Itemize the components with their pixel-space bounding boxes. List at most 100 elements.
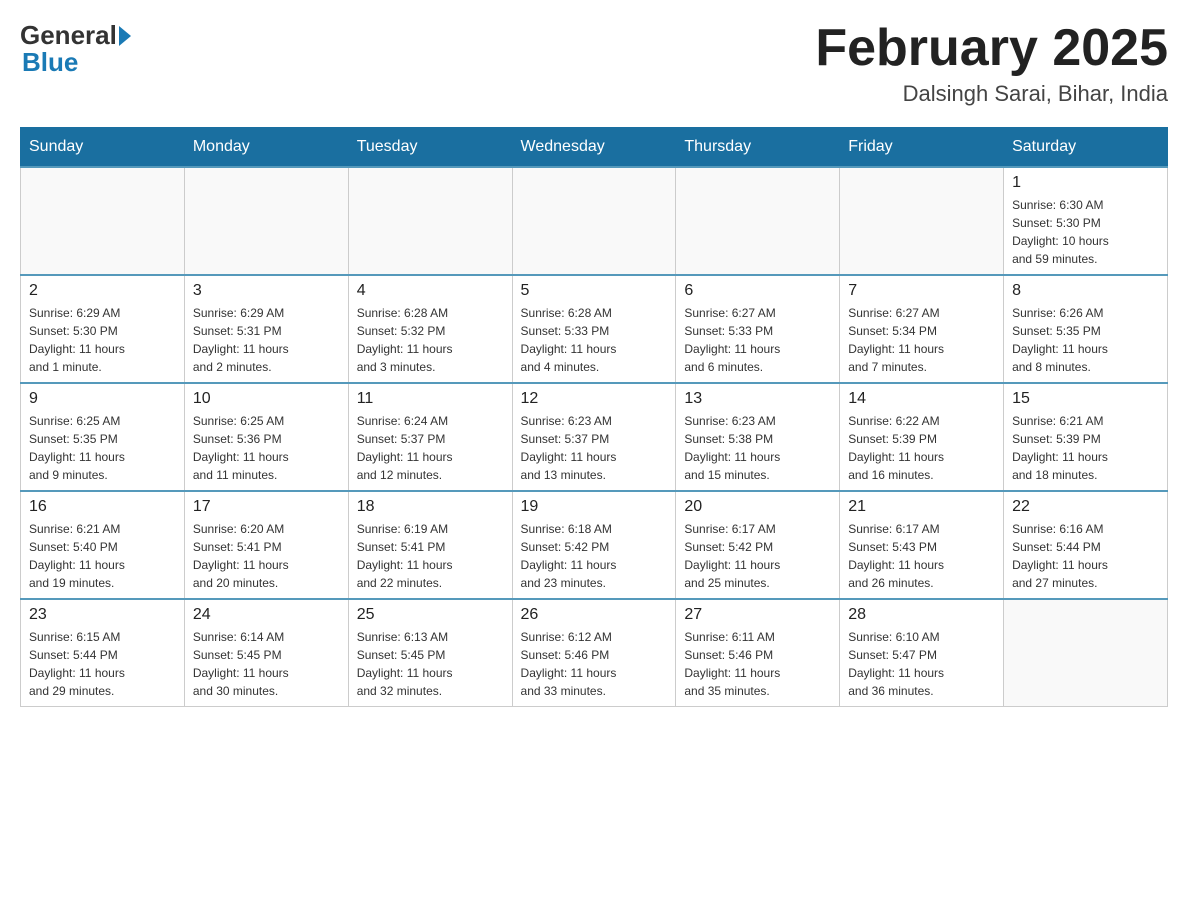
location-title: Dalsingh Sarai, Bihar, India <box>815 81 1168 107</box>
logo-blue-text: Blue <box>20 47 78 78</box>
day-info: Sunrise: 6:14 AM Sunset: 5:45 PM Dayligh… <box>193 628 340 700</box>
day-number: 28 <box>848 606 995 624</box>
day-number: 12 <box>521 390 668 408</box>
day-cell <box>676 167 840 275</box>
day-cell: 16 Sunrise: 6:21 AM Sunset: 5:40 PM Dayli… <box>21 491 185 599</box>
day-cell <box>21 167 185 275</box>
header-monday: Monday <box>184 128 348 168</box>
day-number: 2 <box>29 282 176 300</box>
day-cell: 19 Sunrise: 6:18 AM Sunset: 5:42 PM Dayli… <box>512 491 676 599</box>
day-cell <box>1004 599 1168 707</box>
day-info: Sunrise: 6:18 AM Sunset: 5:42 PM Dayligh… <box>521 520 668 592</box>
day-info: Sunrise: 6:17 AM Sunset: 5:43 PM Dayligh… <box>848 520 995 592</box>
day-info: Sunrise: 6:27 AM Sunset: 5:34 PM Dayligh… <box>848 304 995 376</box>
day-cell: 9 Sunrise: 6:25 AM Sunset: 5:35 PM Daylig… <box>21 383 185 491</box>
day-info: Sunrise: 6:13 AM Sunset: 5:45 PM Dayligh… <box>357 628 504 700</box>
day-info: Sunrise: 6:23 AM Sunset: 5:38 PM Dayligh… <box>684 412 831 484</box>
week-row-1: 1 Sunrise: 6:30 AM Sunset: 5:30 PM Daylig… <box>21 167 1168 275</box>
logo-arrow-icon <box>119 26 131 46</box>
day-info: Sunrise: 6:27 AM Sunset: 5:33 PM Dayligh… <box>684 304 831 376</box>
day-cell: 14Sunrise: 6:22 AM Sunset: 5:39 PM Dayli… <box>840 383 1004 491</box>
day-number: 1 <box>1012 174 1159 192</box>
day-info: Sunrise: 6:25 AM Sunset: 5:35 PM Dayligh… <box>29 412 176 484</box>
day-cell: 15 Sunrise: 6:21 AM Sunset: 5:39 PM Dayli… <box>1004 383 1168 491</box>
weekday-header-row: Sunday Monday Tuesday Wednesday Thursday… <box>21 128 1168 168</box>
day-number: 11 <box>357 390 504 408</box>
day-info: Sunrise: 6:28 AM Sunset: 5:32 PM Dayligh… <box>357 304 504 376</box>
day-info: Sunrise: 6:21 AM Sunset: 5:39 PM Dayligh… <box>1012 412 1159 484</box>
day-info: Sunrise: 6:29 AM Sunset: 5:31 PM Dayligh… <box>193 304 340 376</box>
day-number: 26 <box>521 606 668 624</box>
day-cell <box>348 167 512 275</box>
day-cell: 17 Sunrise: 6:20 AM Sunset: 5:41 PM Dayli… <box>184 491 348 599</box>
day-number: 22 <box>1012 498 1159 516</box>
day-cell: 3 Sunrise: 6:29 AM Sunset: 5:31 PM Daylig… <box>184 275 348 383</box>
day-info: Sunrise: 6:21 AM Sunset: 5:40 PM Dayligh… <box>29 520 176 592</box>
day-number: 17 <box>193 498 340 516</box>
day-number: 4 <box>357 282 504 300</box>
day-cell: 28Sunrise: 6:10 AM Sunset: 5:47 PM Dayli… <box>840 599 1004 707</box>
day-number: 18 <box>357 498 504 516</box>
day-cell: 6 Sunrise: 6:27 AM Sunset: 5:33 PM Daylig… <box>676 275 840 383</box>
day-number: 15 <box>1012 390 1159 408</box>
calendar-table: Sunday Monday Tuesday Wednesday Thursday… <box>20 127 1168 707</box>
day-number: 3 <box>193 282 340 300</box>
day-info: Sunrise: 6:11 AM Sunset: 5:46 PM Dayligh… <box>684 628 831 700</box>
day-cell: 18 Sunrise: 6:19 AM Sunset: 5:41 PM Dayli… <box>348 491 512 599</box>
day-cell: 11 Sunrise: 6:24 AM Sunset: 5:37 PM Dayli… <box>348 383 512 491</box>
day-number: 6 <box>684 282 831 300</box>
header-friday: Friday <box>840 128 1004 168</box>
day-info: Sunrise: 6:24 AM Sunset: 5:37 PM Dayligh… <box>357 412 504 484</box>
day-cell: 13Sunrise: 6:23 AM Sunset: 5:38 PM Dayli… <box>676 383 840 491</box>
week-row-4: 16 Sunrise: 6:21 AM Sunset: 5:40 PM Dayli… <box>21 491 1168 599</box>
day-number: 20 <box>684 498 831 516</box>
day-info: Sunrise: 6:30 AM Sunset: 5:30 PM Dayligh… <box>1012 196 1159 268</box>
day-number: 25 <box>357 606 504 624</box>
day-cell: 21 Sunrise: 6:17 AM Sunset: 5:43 PM Dayli… <box>840 491 1004 599</box>
day-number: 9 <box>29 390 176 408</box>
day-info: Sunrise: 6:25 AM Sunset: 5:36 PM Dayligh… <box>193 412 340 484</box>
day-info: Sunrise: 6:16 AM Sunset: 5:44 PM Dayligh… <box>1012 520 1159 592</box>
day-cell: 22 Sunrise: 6:16 AM Sunset: 5:44 PM Dayli… <box>1004 491 1168 599</box>
day-cell <box>512 167 676 275</box>
day-info: Sunrise: 6:12 AM Sunset: 5:46 PM Dayligh… <box>521 628 668 700</box>
day-cell: 7 Sunrise: 6:27 AM Sunset: 5:34 PM Daylig… <box>840 275 1004 383</box>
header-saturday: Saturday <box>1004 128 1168 168</box>
day-info: Sunrise: 6:20 AM Sunset: 5:41 PM Dayligh… <box>193 520 340 592</box>
day-cell <box>840 167 1004 275</box>
day-cell: 24 Sunrise: 6:14 AM Sunset: 5:45 PM Dayli… <box>184 599 348 707</box>
day-cell: 23Sunrise: 6:15 AM Sunset: 5:44 PM Dayli… <box>21 599 185 707</box>
day-cell: 25 Sunrise: 6:13 AM Sunset: 5:45 PM Dayli… <box>348 599 512 707</box>
day-info: Sunrise: 6:28 AM Sunset: 5:33 PM Dayligh… <box>521 304 668 376</box>
day-number: 21 <box>848 498 995 516</box>
day-cell: 2 Sunrise: 6:29 AM Sunset: 5:30 PM Daylig… <box>21 275 185 383</box>
day-cell: 26 Sunrise: 6:12 AM Sunset: 5:46 PM Dayli… <box>512 599 676 707</box>
day-number: 14 <box>848 390 995 408</box>
day-number: 19 <box>521 498 668 516</box>
day-number: 5 <box>521 282 668 300</box>
title-section: February 2025 Dalsingh Sarai, Bihar, Ind… <box>815 20 1168 107</box>
day-number: 8 <box>1012 282 1159 300</box>
day-info: Sunrise: 6:23 AM Sunset: 5:37 PM Dayligh… <box>521 412 668 484</box>
day-number: 27 <box>684 606 831 624</box>
day-cell: 10 Sunrise: 6:25 AM Sunset: 5:36 PM Dayli… <box>184 383 348 491</box>
day-cell: 4 Sunrise: 6:28 AM Sunset: 5:32 PM Daylig… <box>348 275 512 383</box>
day-cell: 27 Sunrise: 6:11 AM Sunset: 5:46 PM Dayli… <box>676 599 840 707</box>
day-cell: 20 Sunrise: 6:17 AM Sunset: 5:42 PM Dayli… <box>676 491 840 599</box>
day-info: Sunrise: 6:17 AM Sunset: 5:42 PM Dayligh… <box>684 520 831 592</box>
header-wednesday: Wednesday <box>512 128 676 168</box>
day-number: 7 <box>848 282 995 300</box>
day-number: 16 <box>29 498 176 516</box>
day-number: 24 <box>193 606 340 624</box>
header-thursday: Thursday <box>676 128 840 168</box>
day-cell <box>184 167 348 275</box>
day-info: Sunrise: 6:29 AM Sunset: 5:30 PM Dayligh… <box>29 304 176 376</box>
day-cell: 8Sunrise: 6:26 AM Sunset: 5:35 PM Daylig… <box>1004 275 1168 383</box>
month-title: February 2025 <box>815 20 1168 77</box>
header-sunday: Sunday <box>21 128 185 168</box>
day-cell: 1 Sunrise: 6:30 AM Sunset: 5:30 PM Daylig… <box>1004 167 1168 275</box>
day-info: Sunrise: 6:19 AM Sunset: 5:41 PM Dayligh… <box>357 520 504 592</box>
day-cell: 12 Sunrise: 6:23 AM Sunset: 5:37 PM Dayli… <box>512 383 676 491</box>
week-row-5: 23Sunrise: 6:15 AM Sunset: 5:44 PM Dayli… <box>21 599 1168 707</box>
day-number: 10 <box>193 390 340 408</box>
